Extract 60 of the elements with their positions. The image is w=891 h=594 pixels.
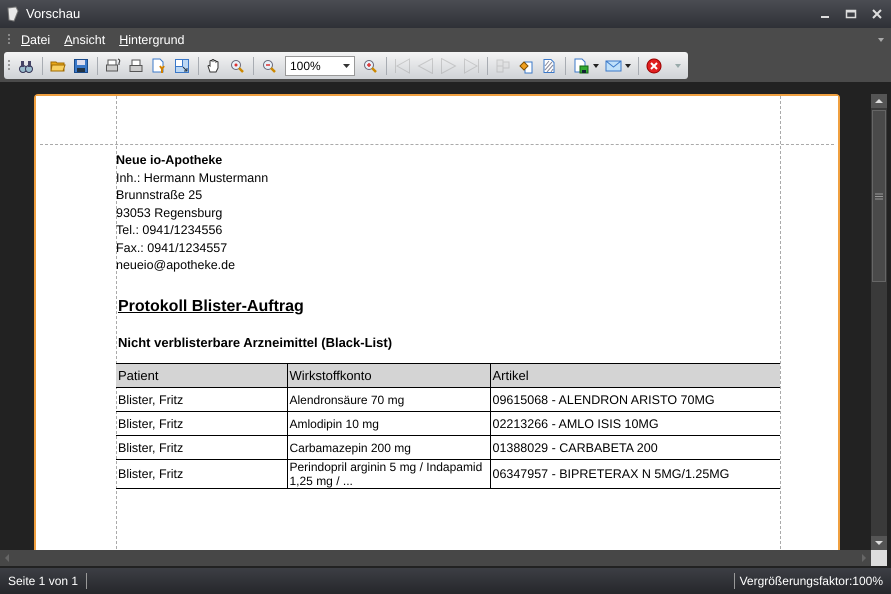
table-cell: Carbamazepin 200 mg — [287, 436, 490, 460]
column-header: Artikel — [490, 364, 780, 388]
table-cell: 02213266 - AMLO ISIS 10MG — [490, 412, 780, 436]
zoom-indicator: Vergrößerungsfaktor:100% — [740, 573, 883, 590]
table-cell: Blister, Fritz — [116, 436, 287, 460]
vertical-scrollbar[interactable] — [871, 94, 887, 550]
pages-icon — [495, 58, 512, 74]
address-line: Fax.: 0941/1234557 — [116, 240, 228, 256]
grip-icon — [8, 58, 11, 72]
menu-item[interactable]: Hintergrund — [119, 30, 185, 50]
column-header: Patient — [116, 364, 287, 388]
next-page-icon — [440, 58, 457, 74]
table-cell: 01388029 - CARBABETA 200 — [490, 436, 780, 460]
grip-icon — [8, 33, 11, 47]
first-page-icon — [394, 58, 411, 74]
table-cell: Alendronsäure 70 mg — [287, 388, 490, 412]
resize-icon — [174, 58, 191, 74]
maximize-icon[interactable] — [845, 8, 857, 20]
table-cell: 06347957 - BIPRETERAX N 5MG/1.25MG — [490, 460, 780, 488]
last-page-icon — [463, 58, 480, 74]
menu-item[interactable]: Ansicht — [64, 30, 106, 50]
printer-icon — [105, 58, 122, 74]
table-cell: Blister, Fritz — [116, 412, 287, 436]
scroll-thumb[interactable] — [872, 110, 886, 282]
window-title: Vorschau — [26, 5, 80, 24]
table-cell: 09615068 - ALENDRON ARISTO 70MG — [490, 388, 780, 412]
zoom-combo[interactable]: 100% — [285, 56, 355, 76]
address-line: neueio@apotheke.de — [116, 257, 236, 274]
address-line: Tel.: 0941/1234556 — [116, 222, 222, 239]
size-grip[interactable] — [871, 550, 887, 566]
address-line: Neue io-Apotheke — [116, 152, 222, 169]
scroll-up-icon[interactable] — [871, 94, 887, 108]
grip-icon — [875, 192, 883, 200]
previous-page-icon — [417, 58, 434, 74]
address-line: 93053 Regensburg — [116, 204, 222, 222]
export-icon — [573, 58, 590, 74]
table-cell: Amlodipin 10 mg — [287, 412, 490, 436]
overflow-icon[interactable] — [877, 37, 885, 43]
printer-icon — [128, 58, 145, 74]
document-subheading: Nicht verblisterbare Arzneimittel (Black-List) — [118, 334, 392, 352]
address-line: Brunnstraße 25 — [116, 187, 202, 204]
zoom-out-icon — [261, 58, 278, 74]
table-cell: Perindopril arginin 5 mg / Indapamid 1,25 mg / ... — [287, 460, 490, 488]
page-indicator: Seite 1 von 1 — [8, 573, 78, 590]
address-line: Inh.: Hermann Mustermann — [116, 170, 268, 186]
column-header: Wirkstoffkonto — [287, 364, 490, 388]
caret-icon — [343, 64, 350, 68]
menu-item[interactable]: Datei — [21, 30, 50, 50]
document-heading: Protokoll Blister-Auftrag — [118, 296, 304, 316]
table-cell: Blister, Fritz — [116, 460, 287, 488]
scroll-down-icon[interactable] — [871, 536, 887, 550]
caret-icon — [593, 64, 599, 68]
table-cell: Blister, Fritz — [116, 388, 287, 412]
close-icon[interactable] — [871, 8, 883, 20]
zoom-in-icon — [362, 58, 379, 74]
magnifier-icon — [229, 58, 246, 74]
caret-icon — [625, 64, 631, 68]
close-circle-icon — [646, 58, 663, 74]
envelope-icon — [605, 58, 622, 74]
app-icon — [6, 6, 20, 22]
